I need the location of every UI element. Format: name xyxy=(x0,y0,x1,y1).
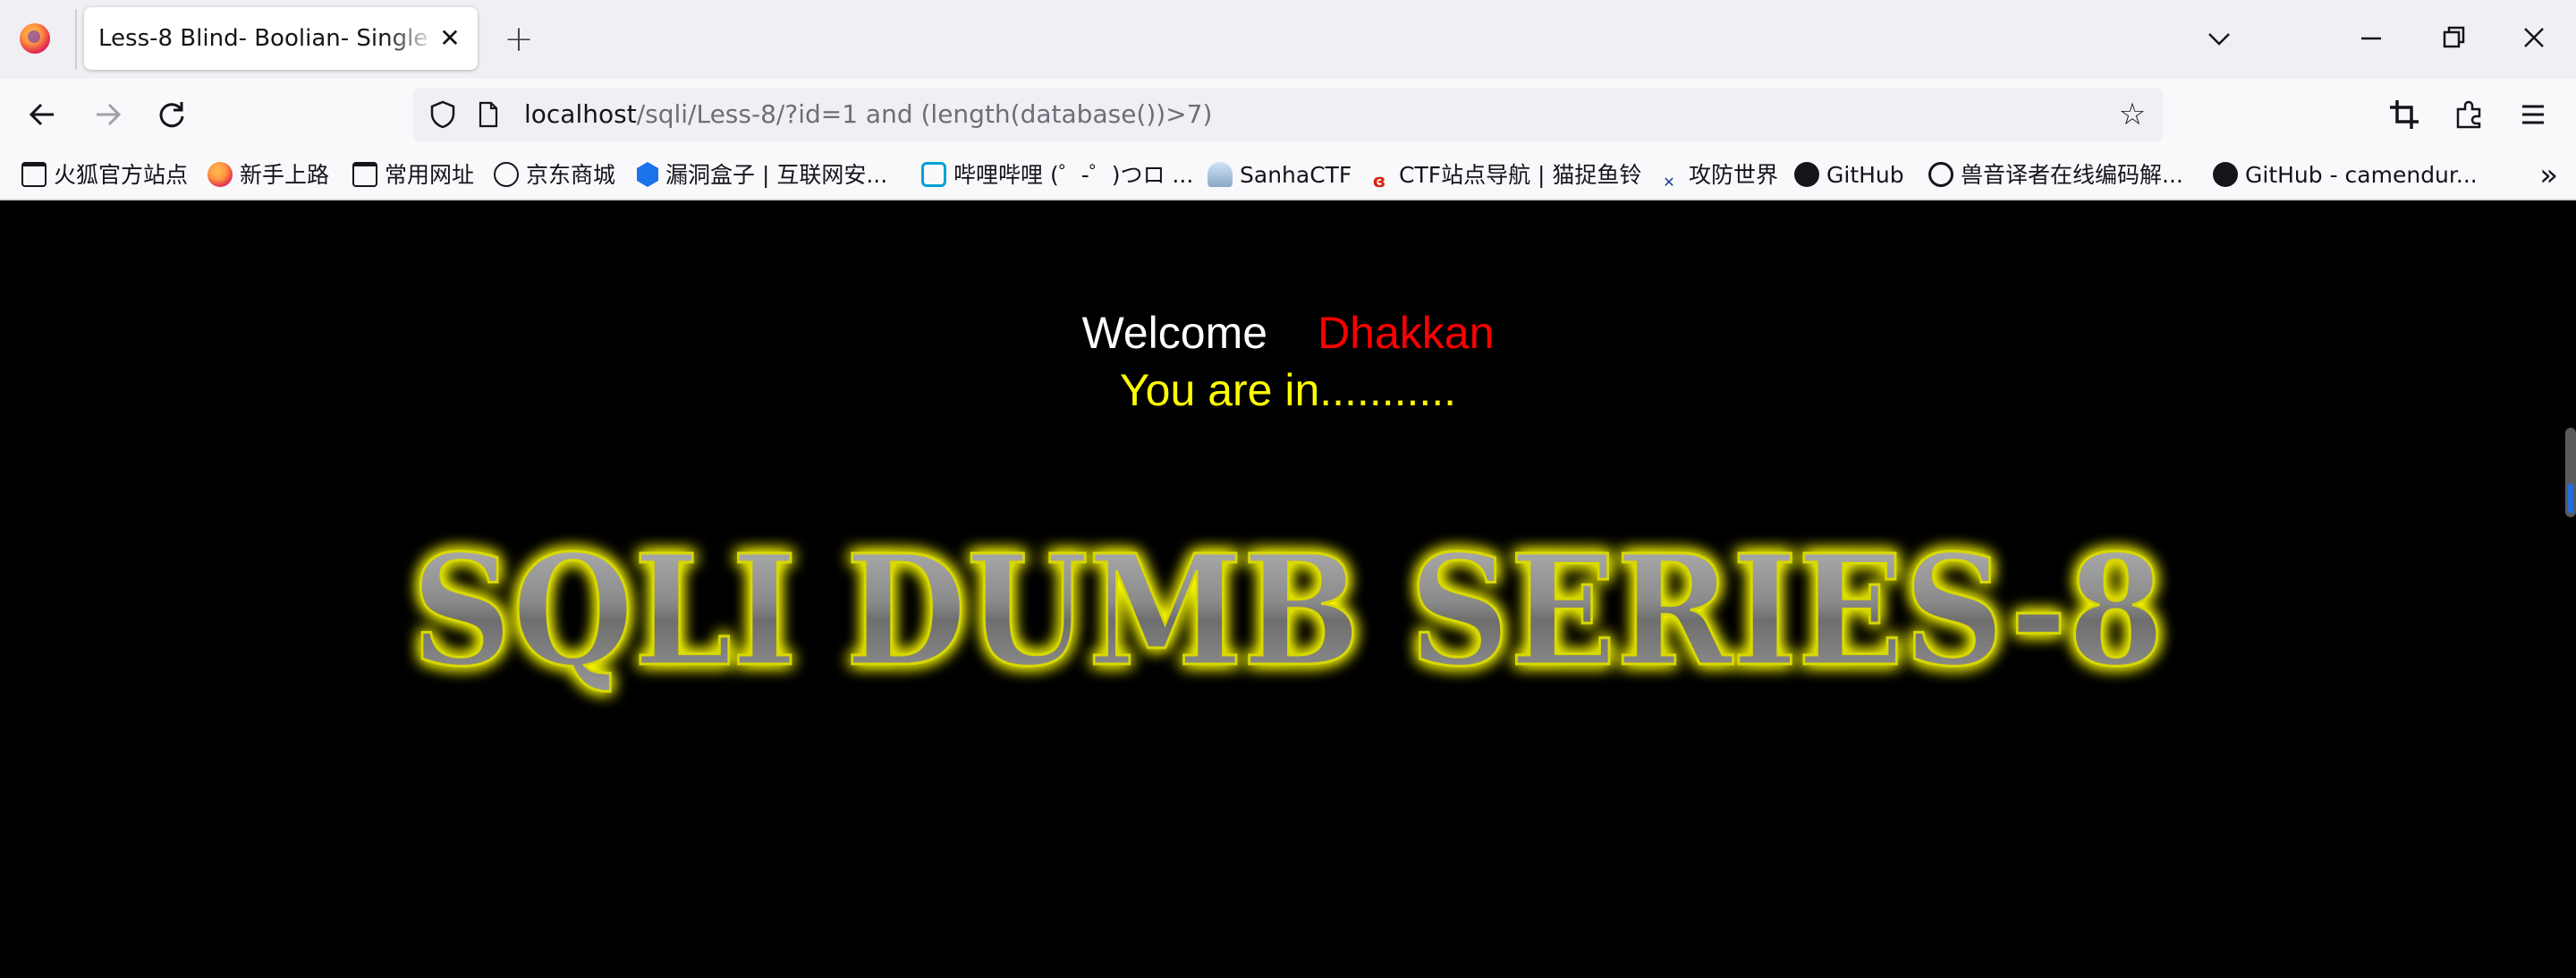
close-tab-icon[interactable]: ✕ xyxy=(435,23,465,54)
browser-window: Less-8 Blind- Boolian- Single Quotes- St… xyxy=(0,0,2576,978)
globe-icon xyxy=(494,162,519,187)
bookmark-item[interactable]: 京东商城 xyxy=(494,159,615,191)
xctf-icon: ✕ xyxy=(1663,174,1675,191)
tab-strip: Less-8 Blind- Boolian- Single Quotes- St… xyxy=(0,0,2576,79)
firefox-logo-icon[interactable] xyxy=(20,23,50,54)
close-window-icon[interactable] xyxy=(2512,16,2556,61)
bookmark-star-icon[interactable]: ☆ xyxy=(2114,97,2150,132)
login-status-text: You are in........... xyxy=(1119,365,1457,415)
bookmark-item[interactable]: 新手上路 xyxy=(208,159,329,191)
screenshot-crop-icon[interactable] xyxy=(2381,91,2428,138)
new-tab-icon[interactable]: + xyxy=(501,21,537,57)
username-text: Dhakkan xyxy=(1318,308,1495,358)
url-text[interactable]: localhost/sqli/Less-8/?id=1 and (length(… xyxy=(524,98,1212,131)
bookmark-item[interactable]: 兽音译者在线编码解... xyxy=(1928,159,2183,191)
sanha-icon xyxy=(1208,162,1233,187)
bookmark-item[interactable]: 哔哩哔哩 (゜-゜)つロ ... xyxy=(921,159,1193,191)
logo-text: SQLI DUMB SERIES-8 xyxy=(411,522,2165,701)
welcome-line: Welcome Dhakkan xyxy=(0,306,2576,360)
back-icon[interactable] xyxy=(20,91,66,138)
active-tab[interactable]: Less-8 Blind- Boolian- Single Quotes- St… xyxy=(84,7,478,70)
firefox-icon xyxy=(208,162,233,187)
bookmark-item[interactable]: 漏洞盒子 | 互联网安... xyxy=(637,159,887,191)
reload-icon[interactable] xyxy=(148,91,195,138)
app-menu-icon[interactable] xyxy=(2510,91,2556,138)
scrollbar-thumb[interactable] xyxy=(2565,428,2576,517)
tab-divider xyxy=(75,9,77,70)
forward-icon[interactable] xyxy=(84,91,131,138)
navigation-bar: localhost/sqli/Less-8/?id=1 and (length(… xyxy=(0,79,2576,150)
url-host: localhost xyxy=(524,99,637,129)
welcome-text: Welcome xyxy=(1081,308,1268,358)
url-bar[interactable]: localhost/sqli/Less-8/?id=1 and (length(… xyxy=(413,88,2163,141)
bookmarks-overflow-chevron-icon[interactable]: » xyxy=(2539,157,2558,193)
tracking-protection-shield-icon[interactable] xyxy=(429,100,456,129)
bookmark-item[interactable]: SanhaCTF xyxy=(1208,159,1352,191)
bookmark-item[interactable]: GitHub xyxy=(1794,159,1904,191)
bookmark-item[interactable]: 火狐官方站点 xyxy=(21,159,188,191)
list-all-tabs-icon[interactable] xyxy=(2197,16,2241,61)
bookmark-item[interactable]: GitHub - camendur... xyxy=(2213,159,2478,191)
github-icon xyxy=(1794,162,1819,187)
ctf-icon: ɞ xyxy=(1372,170,1386,191)
folder-icon xyxy=(21,162,47,187)
minimize-icon[interactable] xyxy=(2349,16,2394,61)
github-icon xyxy=(2213,162,2238,187)
bookmark-item[interactable]: ɞ CTF站点导航 | 猫捉鱼铃 xyxy=(1367,159,1642,191)
page-info-icon[interactable] xyxy=(478,101,499,128)
url-path: /sqli/Less-8/?id=1 and (length(database(… xyxy=(636,99,1213,129)
bookmark-item[interactable]: 常用网址 xyxy=(352,159,474,191)
hexagon-icon xyxy=(637,162,658,187)
sqli-dumb-series-logo: SQLI DUMB SERIES-8 xyxy=(411,521,2166,702)
paw-icon xyxy=(1928,162,1953,187)
folder-icon xyxy=(352,162,377,187)
page-content: Welcome Dhakkan You are in........... SQL… xyxy=(0,200,2576,978)
bookmark-item[interactable]: ✕ 攻防世界 xyxy=(1657,159,1778,191)
tab-title: Less-8 Blind- Boolian- Single Quotes- St… xyxy=(98,25,436,52)
bilibili-icon xyxy=(921,162,946,187)
extensions-icon[interactable] xyxy=(2445,91,2492,138)
restore-icon[interactable] xyxy=(2431,16,2476,61)
bookmarks-toolbar: 火狐官方站点 新手上路 常用网址 京东商城 漏洞盒子 | 互联网安... 哔哩哔… xyxy=(0,150,2576,200)
